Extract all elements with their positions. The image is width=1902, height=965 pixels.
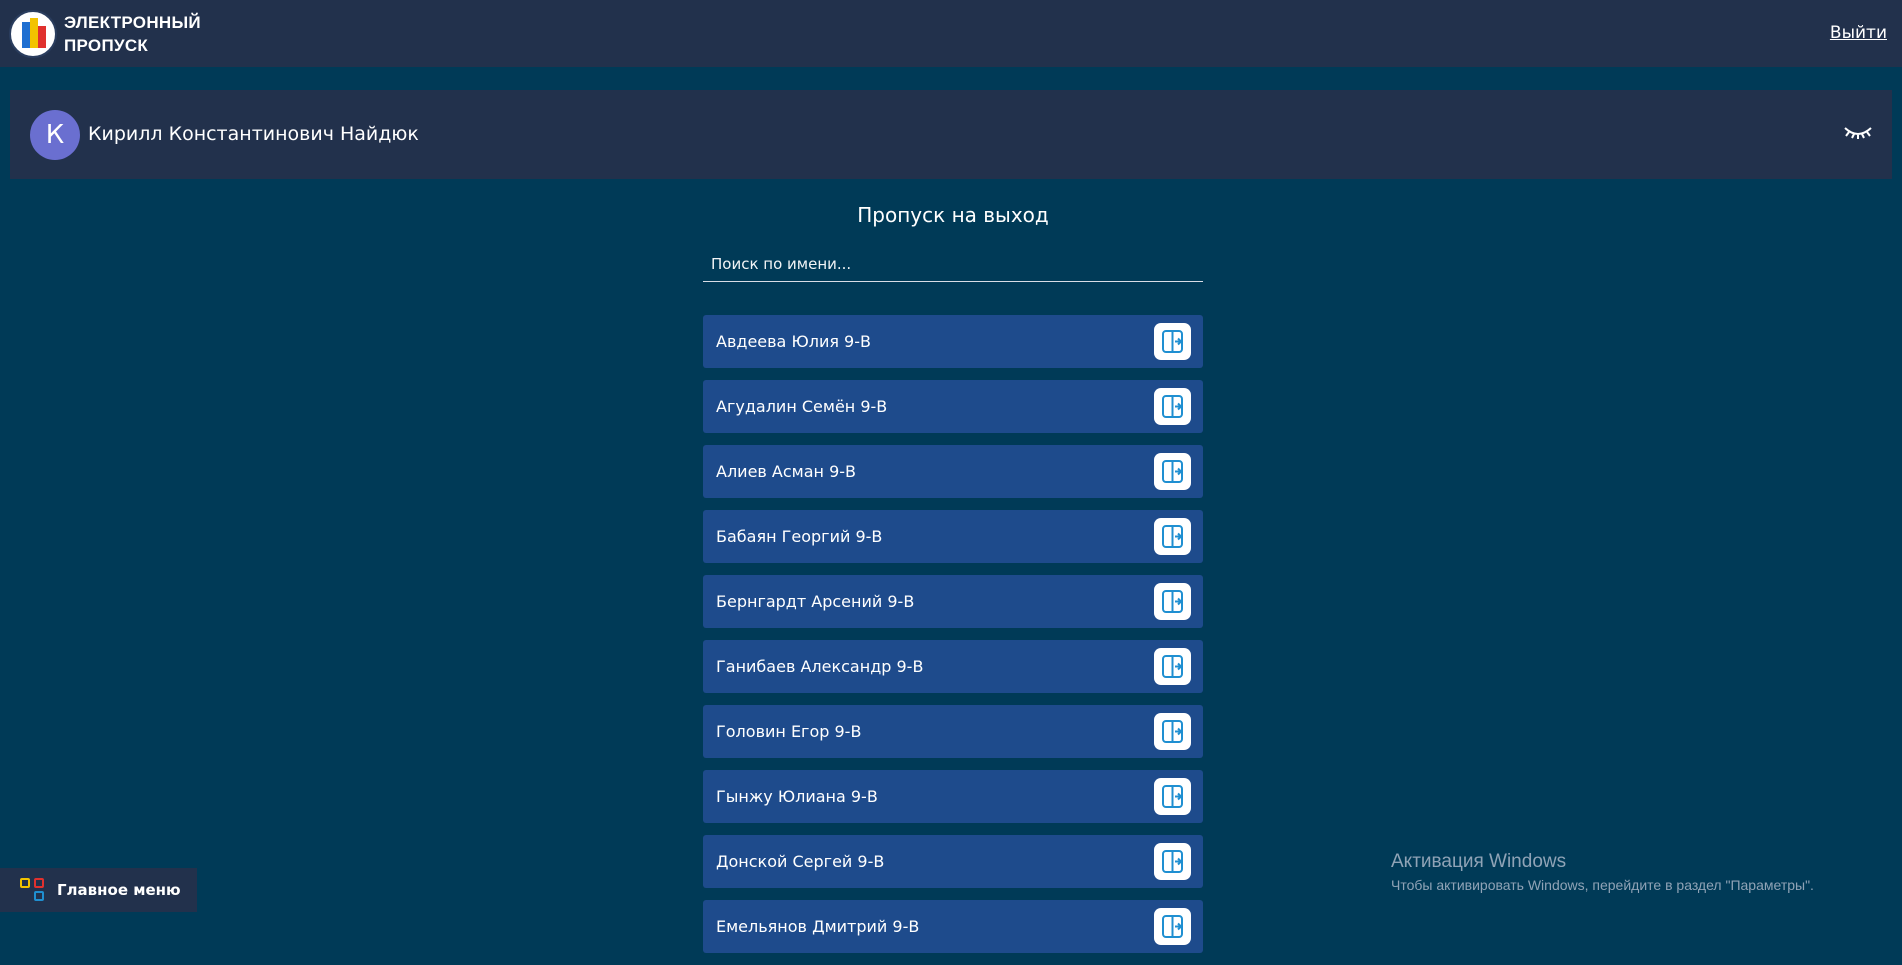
door-exit-icon — [1162, 720, 1183, 743]
avatar: К — [30, 110, 80, 160]
list-item[interactable]: Бернгардт Арсений 9-В — [703, 575, 1203, 628]
top-bar: ЭЛЕКТРОННЫЙ ПРОПУСК Выйти — [0, 0, 1902, 67]
watermark-title: Активация Windows — [1391, 851, 1567, 872]
student-list: Авдеева Юлия 9-В Агудалин Семён 9-В Алие… — [703, 315, 1203, 965]
student-name: Бабаян Георгий 9-В — [716, 527, 883, 546]
exit-pass-button[interactable] — [1154, 843, 1191, 880]
list-item[interactable]: Гынжу Юлиана 9-В — [703, 770, 1203, 823]
list-item[interactable]: Агудалин Семён 9-В — [703, 380, 1203, 433]
student-name: Бернгардт Арсений 9-В — [716, 592, 915, 611]
exit-pass-button[interactable] — [1154, 713, 1191, 750]
student-name: Емельянов Дмитрий 9-В — [716, 917, 920, 936]
list-item[interactable]: Бабаян Георгий 9-В — [703, 510, 1203, 563]
logo-icon — [9, 10, 57, 58]
logout-link[interactable]: Выйти — [1830, 23, 1887, 43]
list-item[interactable]: Авдеева Юлия 9-В — [703, 315, 1203, 368]
page-title: Пропуск на выход — [857, 203, 1049, 227]
exit-pass-button[interactable] — [1154, 908, 1191, 945]
student-name: Агудалин Семён 9-В — [716, 397, 888, 416]
exit-pass-button[interactable] — [1154, 518, 1191, 555]
list-item[interactable]: Алиев Асман 9-В — [703, 445, 1203, 498]
user-card: К Кирилл Константинович Найдюк — [10, 90, 1892, 179]
user-name: Кирилл Константинович Найдюк — [88, 123, 419, 145]
door-exit-icon — [1162, 915, 1183, 938]
student-name: Ганибаев Александр 9-В — [716, 657, 924, 676]
windows-activation-watermark: Активация Windows Чтобы активировать Win… — [1391, 850, 1814, 896]
door-exit-icon — [1162, 785, 1183, 808]
list-item[interactable]: Головин Егор 9-В — [703, 705, 1203, 758]
main-menu-button[interactable]: Главное меню — [0, 868, 197, 912]
search-input[interactable] — [703, 246, 1203, 282]
door-exit-icon — [1162, 460, 1183, 483]
exit-pass-button[interactable] — [1154, 648, 1191, 685]
exit-pass-button[interactable] — [1154, 388, 1191, 425]
door-exit-icon — [1162, 850, 1183, 873]
watermark-subtitle: Чтобы активировать Windows, перейдите в … — [1391, 877, 1814, 893]
list-item[interactable]: Емельянов Дмитрий 9-В — [703, 900, 1203, 953]
list-item[interactable]: Ганибаев Александр 9-В — [703, 640, 1203, 693]
door-exit-icon — [1162, 395, 1183, 418]
brand-line-2: ПРОПУСК — [64, 36, 149, 55]
main-menu-label: Главное меню — [57, 881, 181, 899]
exit-pass-button[interactable] — [1154, 453, 1191, 490]
grid-menu-icon — [20, 878, 49, 904]
brand-title: ЭЛЕКТРОННЫЙ ПРОПУСК — [64, 11, 224, 57]
list-item[interactable]: Донской Сергей 9-В — [703, 835, 1203, 888]
exit-pass-button[interactable] — [1154, 323, 1191, 360]
closed-eye-icon[interactable] — [1842, 120, 1874, 144]
student-name: Гынжу Юлиана 9-В — [716, 787, 878, 806]
student-name: Авдеева Юлия 9-В — [716, 332, 871, 351]
door-exit-icon — [1162, 655, 1183, 678]
student-name: Алиев Асман 9-В — [716, 462, 857, 481]
exit-pass-button[interactable] — [1154, 778, 1191, 815]
student-name: Головин Егор 9-В — [716, 722, 862, 741]
student-name: Донской Сергей 9-В — [716, 852, 885, 871]
brand-line-1: ЭЛЕКТРОННЫЙ — [64, 13, 201, 32]
door-exit-icon — [1162, 525, 1183, 548]
exit-pass-button[interactable] — [1154, 583, 1191, 620]
door-exit-icon — [1162, 590, 1183, 613]
door-exit-icon — [1162, 330, 1183, 353]
